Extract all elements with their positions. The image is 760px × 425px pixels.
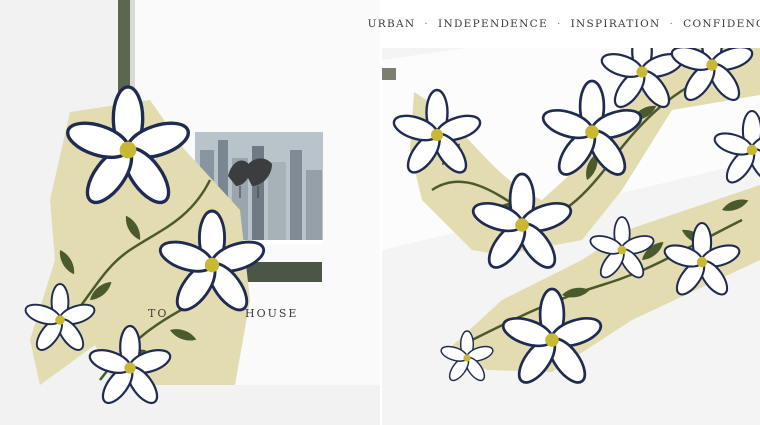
tagline-word-inspiration: INSPIRATION (570, 18, 661, 30)
tagline-separator: · (556, 18, 562, 30)
book-text-left: TO (148, 307, 169, 320)
tagline-separator: · (424, 18, 430, 30)
tagline-word-urban: URBAN (367, 18, 416, 30)
right-photo-scene (382, 0, 760, 425)
tagline-separator: · (669, 18, 675, 30)
left-photo-scene (0, 0, 380, 425)
right-product-photo (382, 0, 760, 425)
tagline-word-confidence: CONFIDENCE (683, 18, 760, 30)
tagline-banner: URBAN · INDEPENDENCE · INSPIRATION · CON… (368, 0, 760, 48)
tagline-word-independence: INDEPENDENCE (438, 18, 548, 30)
left-product-photo: TO HOUSE (0, 0, 380, 425)
book-text-right: HOUSE (245, 307, 299, 320)
